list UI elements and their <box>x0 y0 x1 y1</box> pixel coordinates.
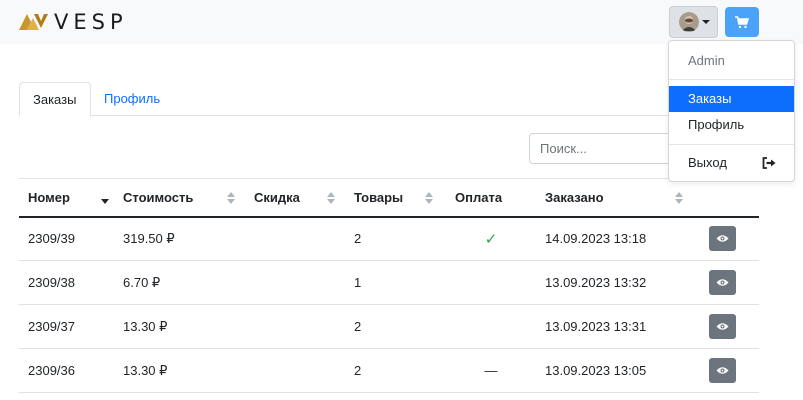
navbar: VESP <box>0 0 803 44</box>
order-date: 13.09.2023 13:32 <box>536 260 686 305</box>
order-items: 2 <box>345 216 446 261</box>
brand-logo[interactable]: VESP <box>19 10 128 34</box>
menu-item-logout-label: Выход <box>688 155 727 170</box>
eye-icon <box>716 235 729 242</box>
order-payment <box>446 304 536 349</box>
order-number: 2309/36 <box>19 348 114 393</box>
chevron-down-icon <box>702 20 710 24</box>
order-actions <box>686 304 759 349</box>
menu-item-logout[interactable]: Выход <box>669 150 794 176</box>
order-discount <box>245 216 345 261</box>
brand-name: VESP <box>54 10 128 34</box>
order-cost: 6.70 ₽ <box>114 260 245 305</box>
dropdown-divider <box>669 144 794 145</box>
dropdown-header-username: Admin <box>688 53 725 68</box>
table-header-row: Номер Стоимость Скидка Товары Оплата Зак… <box>19 178 759 218</box>
column-header-number[interactable]: Номер <box>19 178 114 218</box>
sign-out-icon <box>762 157 776 169</box>
menu-item-orders[interactable]: Заказы <box>669 86 794 112</box>
order-discount <box>245 260 345 305</box>
tab-profile[interactable]: Профиль <box>91 82 173 116</box>
view-order-button[interactable] <box>709 226 736 252</box>
sort-icon <box>675 192 683 204</box>
order-items: 1 <box>345 260 446 305</box>
order-payment <box>446 260 536 305</box>
order-number: 2309/38 <box>19 260 114 305</box>
column-header-items[interactable]: Товары <box>345 178 446 218</box>
order-payment: — <box>446 348 536 393</box>
order-actions <box>686 260 759 305</box>
order-discount <box>245 304 345 349</box>
order-cost: 13.30 ₽ <box>114 304 245 349</box>
user-dropdown-menu: Admin Заказы Профиль Выход <box>668 40 795 182</box>
cart-button[interactable] <box>725 7 759 37</box>
menu-item-profile[interactable]: Профиль <box>669 112 794 138</box>
order-items: 2 <box>345 348 446 393</box>
table-row: 2309/39 319.50 ₽ 2 ✓ 14.09.2023 13:18 <box>19 216 759 261</box>
order-cost: 319.50 ₽ <box>114 216 245 261</box>
eye-icon <box>716 367 729 374</box>
sort-icon <box>227 192 235 204</box>
sort-icon <box>327 192 335 204</box>
search-input[interactable] <box>529 133 669 164</box>
order-date: 14.09.2023 13:18 <box>536 216 686 261</box>
tab-orders[interactable]: Заказы <box>19 82 91 117</box>
column-header-payment: Оплата <box>446 178 536 218</box>
order-date: 13.09.2023 13:31 <box>536 304 686 349</box>
column-header-discount[interactable]: Скидка <box>245 178 345 218</box>
order-actions <box>686 216 759 261</box>
orders-table: Номер Стоимость Скидка Товары Оплата Зак… <box>19 178 759 393</box>
order-actions <box>686 348 759 393</box>
table-row: 2309/37 13.30 ₽ 2 13.09.2023 13:31 <box>19 304 759 349</box>
order-cost: 13.30 ₽ <box>114 348 245 393</box>
order-number: 2309/37 <box>19 304 114 349</box>
table-row: 2309/36 13.30 ₽ 2 — 13.09.2023 13:05 <box>19 348 759 393</box>
view-order-button[interactable] <box>709 314 736 339</box>
eye-icon <box>716 323 729 330</box>
order-number: 2309/39 <box>19 216 114 261</box>
user-menu-button[interactable] <box>669 6 718 38</box>
view-order-button[interactable] <box>709 270 736 295</box>
column-header-actions <box>686 178 759 218</box>
dropdown-divider <box>669 79 794 80</box>
check-icon: ✓ <box>446 216 536 261</box>
cart-icon <box>735 15 749 28</box>
order-date: 13.09.2023 13:05 <box>536 348 686 393</box>
sort-icon <box>425 192 433 204</box>
order-items: 2 <box>345 304 446 349</box>
vesp-logo-icon <box>19 14 48 30</box>
sort-desc-icon <box>101 192 109 204</box>
view-order-button[interactable] <box>709 358 736 383</box>
eye-icon <box>716 279 729 286</box>
table-row: 2309/38 6.70 ₽ 1 13.09.2023 13:32 <box>19 260 759 305</box>
column-header-ordered[interactable]: Заказано <box>536 178 686 218</box>
order-discount <box>245 348 345 393</box>
user-avatar-icon <box>679 12 699 32</box>
column-header-cost[interactable]: Стоимость <box>114 178 245 218</box>
tabs: Заказы Профиль <box>19 82 759 117</box>
